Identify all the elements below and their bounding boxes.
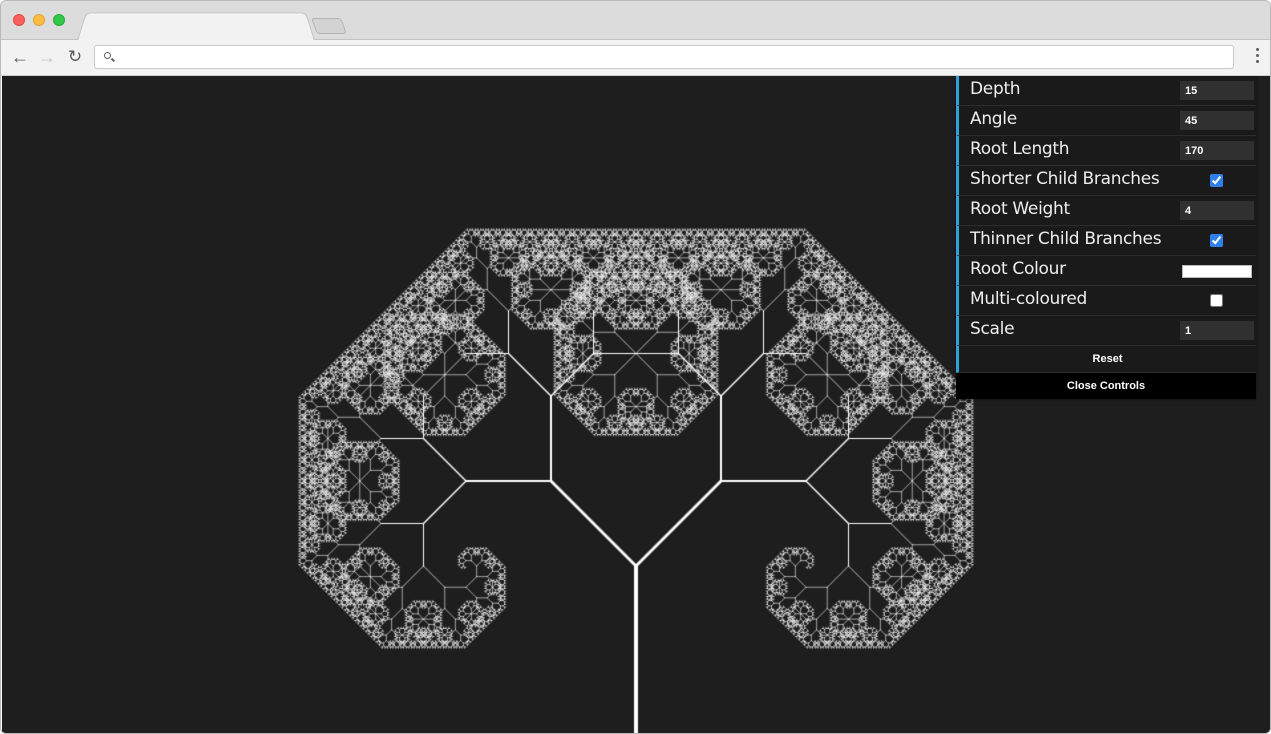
multi-coloured-label: Multi-coloured bbox=[970, 289, 1087, 309]
address-input[interactable] bbox=[119, 47, 1223, 69]
root-colour-control: Root Colour bbox=[956, 256, 1256, 286]
root-weight-control: Root Weight bbox=[956, 196, 1256, 226]
minimize-window-button[interactable] bbox=[33, 14, 45, 26]
root-weight-label: Root Weight bbox=[970, 199, 1070, 219]
scale-label: Scale bbox=[970, 319, 1015, 339]
root-colour-label: Root Colour bbox=[970, 259, 1066, 279]
close-controls-button[interactable]: Close Controls bbox=[956, 373, 1256, 399]
shorter-child-branches-label: Shorter Child Branches bbox=[970, 169, 1160, 189]
browser-toolbar: ← → ↻ bbox=[1, 40, 1270, 76]
root-colour-swatch[interactable] bbox=[1182, 265, 1252, 278]
maximize-window-button[interactable] bbox=[53, 14, 65, 26]
root-length-input[interactable] bbox=[1180, 141, 1254, 160]
title-bar bbox=[1, 1, 1270, 41]
root-length-control: Root Length bbox=[956, 136, 1256, 166]
thinner-child-branches-checkbox[interactable] bbox=[1210, 234, 1223, 247]
close-window-button[interactable] bbox=[13, 14, 25, 26]
root-length-label: Root Length bbox=[970, 139, 1070, 159]
multi-coloured-control: Multi-coloured bbox=[956, 286, 1256, 316]
angle-input[interactable] bbox=[1180, 111, 1254, 130]
reload-icon[interactable]: ↻ bbox=[64, 46, 86, 68]
search-icon bbox=[104, 52, 111, 59]
angle-control: Angle bbox=[956, 106, 1256, 136]
reset-button[interactable]: Reset bbox=[956, 346, 1256, 373]
thinner-child-branches-control: Thinner Child Branches bbox=[956, 226, 1256, 256]
browser-menu-icon[interactable] bbox=[1254, 48, 1260, 66]
fractal-tree-viewport: Depth Angle Root Length Shorter Child Br… bbox=[2, 76, 1270, 733]
new-tab-button[interactable] bbox=[311, 18, 347, 34]
forward-arrow-icon[interactable]: → bbox=[36, 46, 58, 68]
controls-panel: Depth Angle Root Length Shorter Child Br… bbox=[956, 76, 1256, 399]
depth-label: Depth bbox=[970, 79, 1021, 99]
browser-window: ← → ↻ Depth Angle Root Length bbox=[0, 0, 1271, 734]
multi-coloured-checkbox[interactable] bbox=[1210, 294, 1223, 307]
depth-input[interactable] bbox=[1180, 81, 1254, 100]
scale-input[interactable] bbox=[1180, 321, 1254, 340]
address-bar[interactable] bbox=[94, 45, 1234, 69]
browser-tab[interactable] bbox=[77, 12, 315, 41]
shorter-child-branches-checkbox[interactable] bbox=[1210, 174, 1223, 187]
back-arrow-icon[interactable]: ← bbox=[9, 46, 31, 68]
shorter-child-branches-control: Shorter Child Branches bbox=[956, 166, 1256, 196]
depth-control: Depth bbox=[956, 76, 1256, 106]
angle-label: Angle bbox=[970, 109, 1017, 129]
scale-control: Scale bbox=[956, 316, 1256, 346]
root-weight-input[interactable] bbox=[1180, 201, 1254, 220]
thinner-child-branches-label: Thinner Child Branches bbox=[970, 229, 1162, 249]
